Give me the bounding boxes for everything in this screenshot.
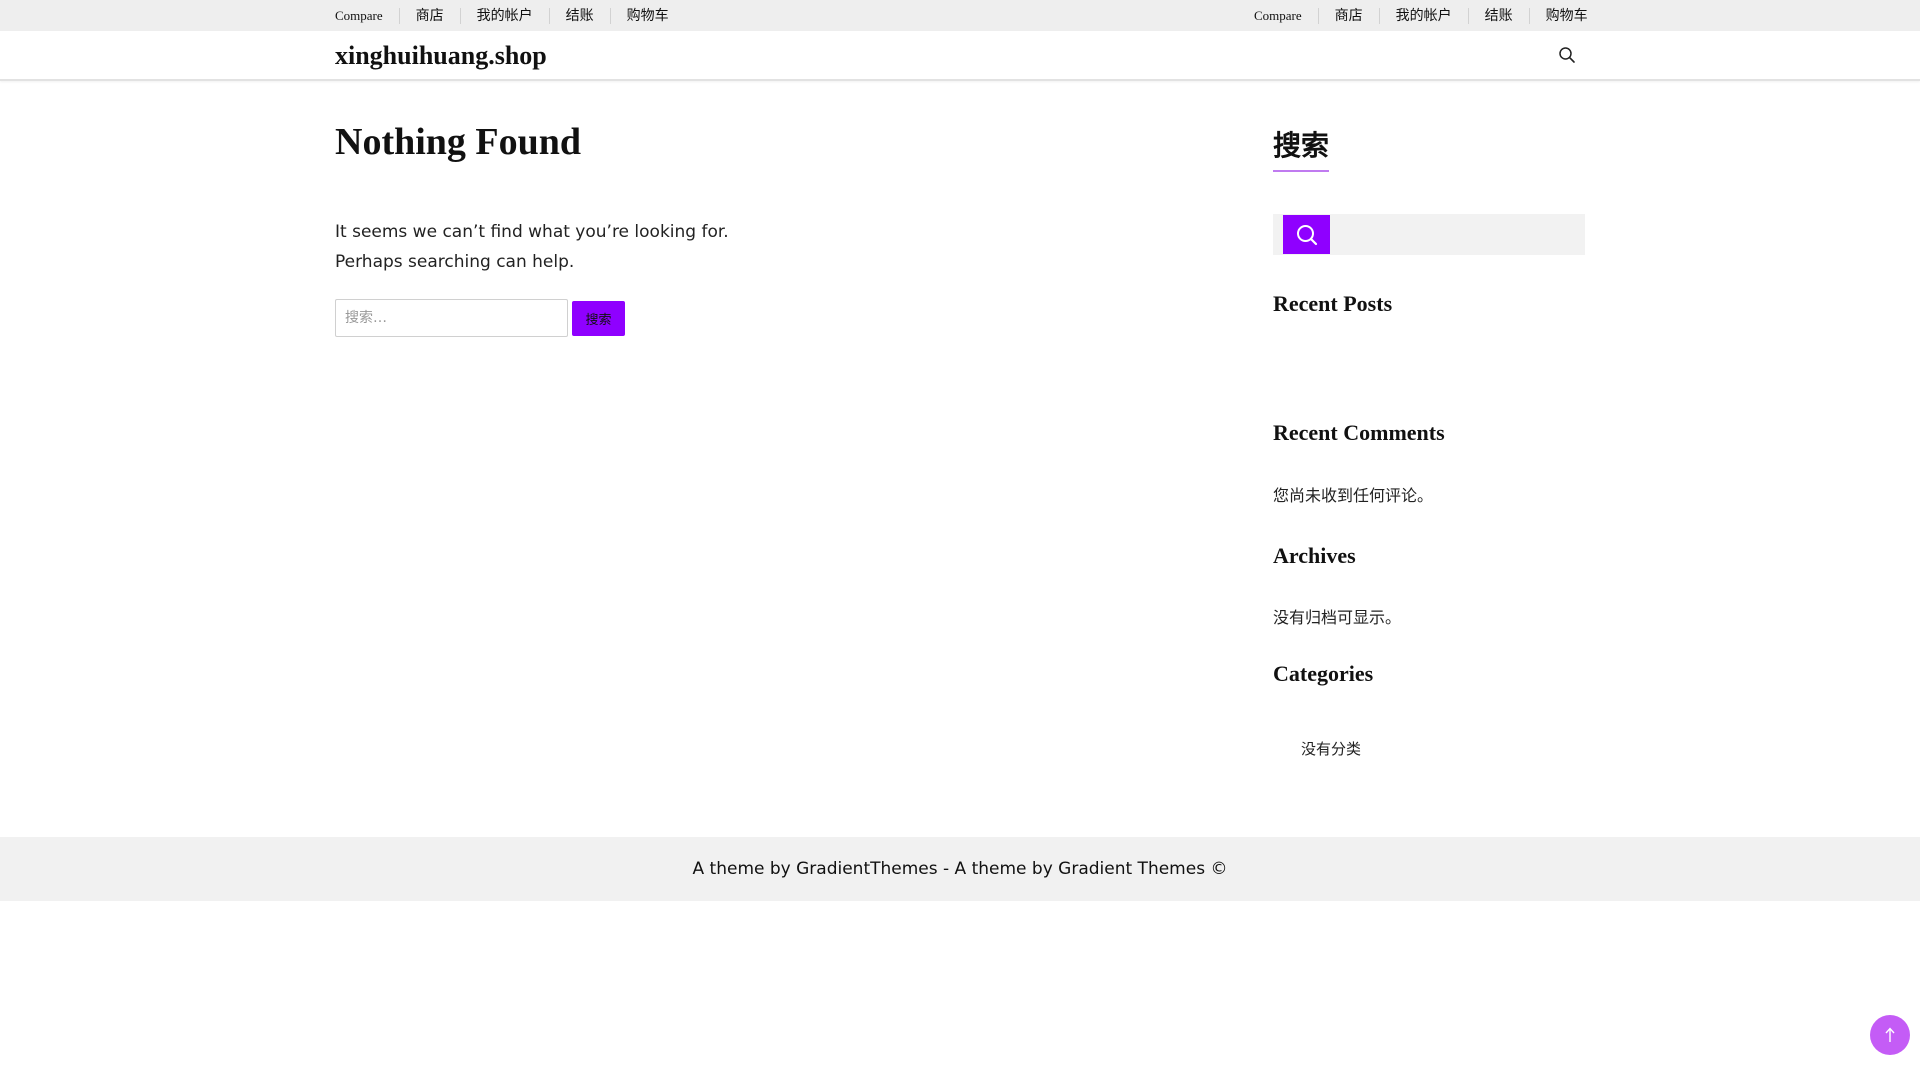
main-search-input[interactable] xyxy=(335,299,568,337)
archives-empty: 没有归档可显示。 xyxy=(1273,608,1402,627)
back-to-top-button[interactable] xyxy=(1870,1015,1910,1055)
top-nav-right-shop-link[interactable]: 商店 xyxy=(1317,7,1379,24)
sidebar-search-button[interactable] xyxy=(1283,215,1330,254)
top-nav-left: Compare 商店 我的帐户 结账 购物车 xyxy=(335,0,685,31)
top-nav-right-checkout-link[interactable]: 结账 xyxy=(1467,7,1529,24)
categories-title: Categories xyxy=(1273,661,1374,686)
main-search-form: 搜索 xyxy=(335,299,625,337)
top-nav-cart-link[interactable]: 购物车 xyxy=(609,7,685,24)
site-header: xinghuihuang.shop xyxy=(0,31,1920,81)
top-nav-compare-link[interactable]: Compare xyxy=(335,8,399,24)
site-title-link[interactable]: xinghuihuang.shop xyxy=(335,41,547,71)
sidebar-search-form xyxy=(1273,214,1585,255)
top-nav-my-account-link[interactable]: 我的帐户 xyxy=(459,7,549,24)
page-title: Nothing Found xyxy=(335,121,582,163)
top-nav-right-cart-link[interactable]: 购物车 xyxy=(1528,7,1604,24)
sidebar-search-input[interactable] xyxy=(1333,214,1583,255)
site-footer: A theme by GradientThemes - A theme by G… xyxy=(0,837,1920,901)
top-nav-right-compare-link[interactable]: Compare xyxy=(1254,8,1318,24)
search-icon xyxy=(1296,224,1317,245)
recent-posts-title: Recent Posts xyxy=(1273,291,1393,316)
arrow-up-icon xyxy=(1885,1027,1895,1042)
top-nav-right-my-account-link[interactable]: 我的帐户 xyxy=(1378,7,1468,24)
main-search-button[interactable]: 搜索 xyxy=(572,300,625,336)
top-bar: Compare 商店 我的帐户 结账 购物车 Compare 商店 我的帐户 结… xyxy=(0,0,1920,31)
top-nav-shop-link[interactable]: 商店 xyxy=(398,7,460,24)
not-found-message: It seems we can’t find what you’re looki… xyxy=(335,222,729,272)
archives-title: Archives xyxy=(1273,543,1356,568)
category-item: 没有分类 xyxy=(1301,740,1362,758)
sidebar-search-title: 搜索 xyxy=(1273,124,1330,172)
recent-comments-empty: 您尚未收到任何评论。 xyxy=(1273,486,1434,505)
top-nav-checkout-link[interactable]: 结账 xyxy=(548,7,610,24)
top-nav-right: Compare 商店 我的帐户 结账 购物车 xyxy=(1254,0,1604,31)
footer-credit: A theme by GradientThemes - A theme by G… xyxy=(692,859,1228,879)
recent-comments-title: Recent Comments xyxy=(1273,420,1445,445)
search-icon[interactable] xyxy=(1557,45,1577,65)
